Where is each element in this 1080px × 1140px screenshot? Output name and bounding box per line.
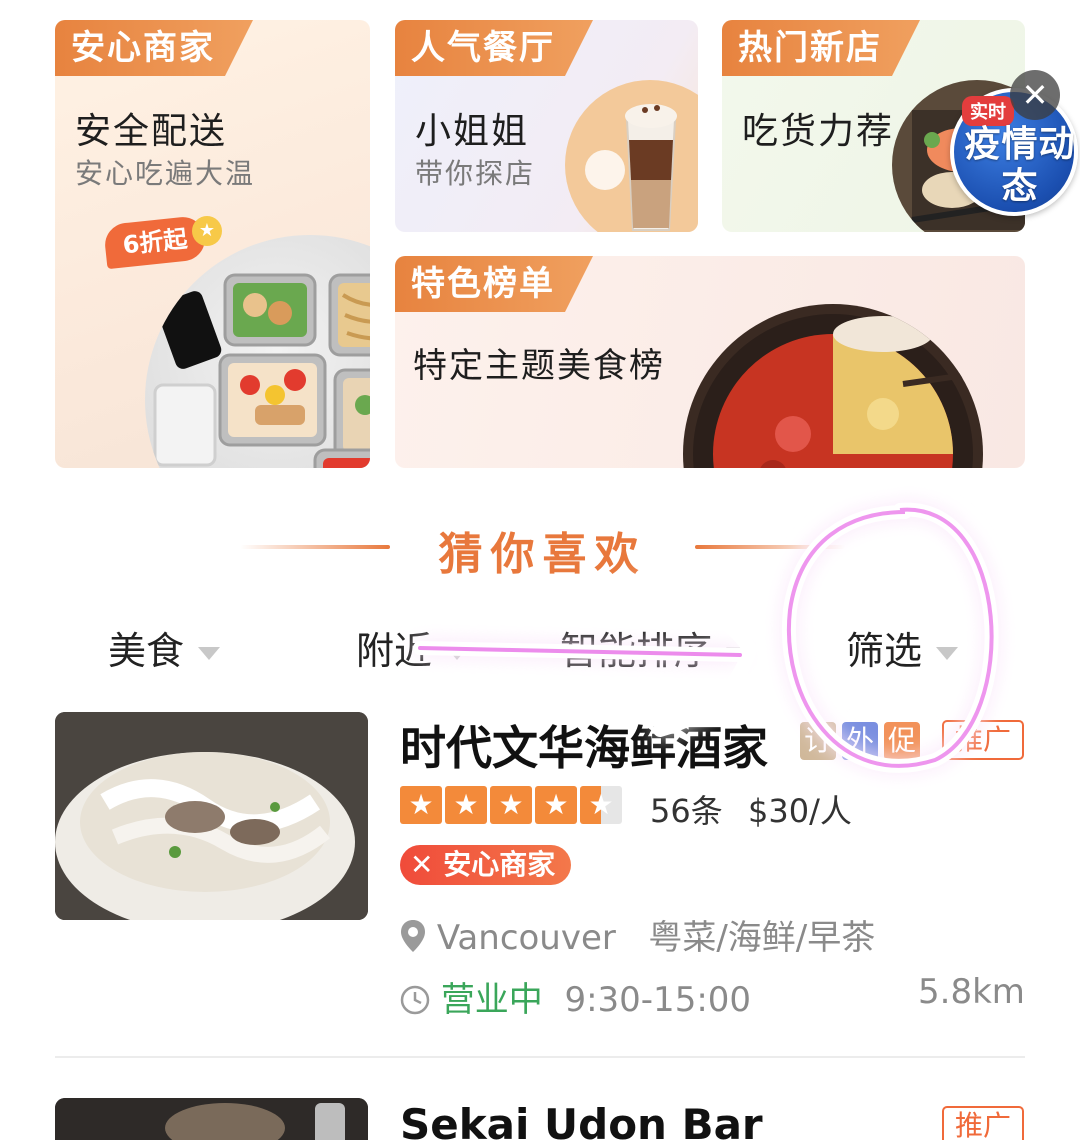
filter-screen[interactable]: 筛选	[846, 620, 959, 675]
trusted-merchant-label: 安心商家	[443, 848, 556, 881]
star-icon: ★	[490, 786, 532, 824]
card-tag: 安心商家	[55, 20, 253, 76]
card-tag: 特色榜单	[395, 256, 593, 312]
card-title: 吃货力荐	[742, 111, 895, 152]
card-title: 特定主题美食榜	[413, 346, 665, 386]
filter-label: 附近	[356, 629, 433, 673]
restaurant-thumbnail[interactable]	[55, 712, 368, 920]
card-subtitle: 安心吃遍大温	[75, 157, 256, 190]
list-divider	[55, 1056, 1025, 1058]
triangle-down-icon	[936, 647, 959, 660]
card-tag: 人气餐厅	[395, 20, 593, 76]
star-icon: ★	[400, 786, 442, 824]
distance: 5.8km	[918, 972, 1025, 1012]
discount-badge: 6折起	[102, 214, 208, 270]
restaurant-name[interactable]: 时代文华海鲜酒家	[400, 712, 768, 778]
shield-icon: ✕	[410, 848, 434, 881]
location-pin-icon	[401, 920, 425, 952]
close-icon[interactable]: ✕	[1010, 70, 1060, 120]
live-label: 实时	[962, 96, 1014, 126]
triangle-down-icon	[726, 647, 749, 660]
restaurant-thumbnail[interactable]	[55, 1098, 368, 1140]
filter-label: 筛选	[846, 629, 923, 673]
review-count: 56条	[650, 792, 723, 830]
location-city: Vancouver	[436, 918, 616, 958]
filter-cuisine[interactable]: 美食	[108, 620, 221, 675]
promo-card-renqi[interactable]: 人气餐厅 小姐姐 带你探店	[395, 20, 698, 232]
filter-label: 美食	[108, 629, 185, 673]
cuisine-types: 粤菜/海鲜/早茶	[648, 918, 876, 958]
triangle-down-icon	[198, 647, 221, 660]
trusted-merchant-badge: ✕ 安心商家	[400, 845, 572, 885]
clock-icon	[400, 985, 430, 1015]
star-icon: ★	[445, 786, 487, 824]
section-divider-left	[240, 545, 390, 549]
booking-tag: 订	[800, 722, 836, 760]
promo-card-bangdan[interactable]: 特色榜单 特定主题美食榜	[395, 256, 1025, 468]
milk-tea-image	[565, 80, 698, 232]
hotpot-image	[683, 304, 983, 468]
ad-tag: 推广	[942, 1106, 1024, 1140]
filter-nearby[interactable]: 附近	[356, 620, 469, 675]
star-icon: ★	[192, 216, 222, 246]
card-tag: 热门新店	[722, 20, 920, 76]
section-divider-right	[695, 545, 845, 549]
card-subtitle: 带你探店	[415, 157, 536, 190]
star-icon: ★	[535, 786, 577, 824]
restaurant-name[interactable]: Sekai Udon Bar	[400, 1100, 763, 1140]
filter-label: 智能排序	[560, 629, 713, 673]
rating-stars: ★ ★ ★ ★ ★	[400, 786, 622, 824]
half-star-icon: ★	[580, 786, 622, 824]
delivery-tag: 外	[842, 722, 878, 760]
filter-sort[interactable]: 智能排序	[560, 620, 749, 675]
triangle-down-icon	[446, 647, 469, 660]
location-row: Vancouver 粤菜/海鲜/早茶	[400, 910, 875, 959]
opening-hours: 9:30-15:00	[564, 980, 752, 1020]
card-title: 小姐姐	[415, 111, 530, 152]
hours-row: 营业中 9:30-15:00	[400, 972, 751, 1021]
meal-boxes-image	[145, 235, 370, 468]
covid-badge-title: 疫情动态	[964, 124, 1076, 207]
ad-tag: 推广	[942, 720, 1024, 760]
card-title: 安全配送	[75, 111, 228, 152]
promo-card-anxin[interactable]: 安心商家 安全配送 安心吃遍大温 6折起 ★	[55, 20, 370, 468]
section-title: 猜你喜欢	[438, 529, 647, 580]
average-price: $30/人	[748, 792, 852, 830]
open-status: 营业中	[440, 980, 543, 1020]
promo-tag: 促	[884, 722, 920, 760]
